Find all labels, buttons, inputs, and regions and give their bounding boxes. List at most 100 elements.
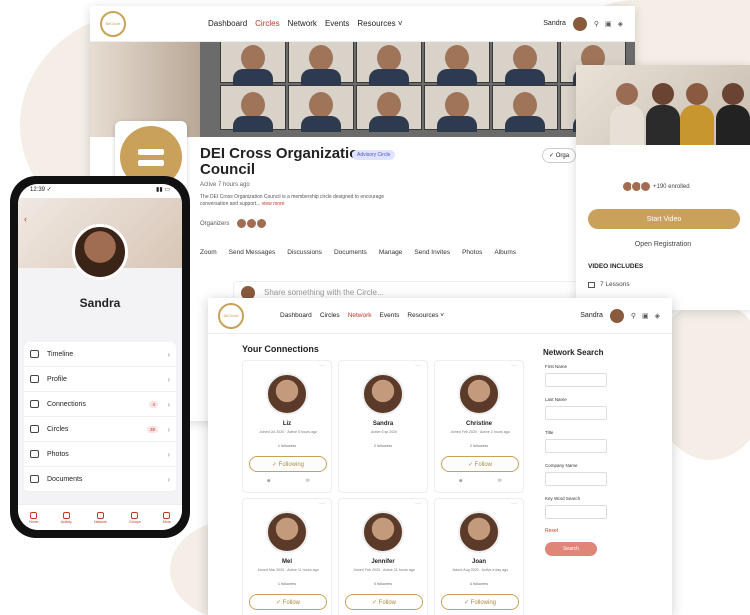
nav-links: Dashboard Circles Network Events Resourc…	[208, 19, 403, 28]
more-icon	[163, 511, 171, 519]
connections-heading: Your Connections	[242, 344, 319, 354]
chat-icon	[96, 511, 104, 519]
tab-photos[interactable]: Photos	[462, 249, 482, 256]
menu-item-connections[interactable]: Connections 4 ›	[24, 392, 176, 417]
bottom-tab-bar: Home Activity Network Groups More	[18, 504, 182, 530]
nav-network[interactable]: Network	[288, 19, 317, 28]
search-icon[interactable]: ⚲	[594, 20, 599, 28]
connection-name[interactable]: Christine	[435, 421, 523, 427]
nav-circles[interactable]: Circles	[255, 19, 279, 28]
more-icon[interactable]: ···	[319, 501, 325, 507]
more-icon[interactable]: ···	[319, 363, 325, 369]
cart-icon[interactable]: ▣	[642, 312, 649, 320]
tab-label: Home	[29, 519, 39, 524]
nav-events[interactable]: Events	[325, 19, 349, 28]
avatar[interactable]	[266, 511, 308, 553]
chevron-right-icon: ›	[167, 399, 170, 409]
follow-button[interactable]: ✓ Follow	[249, 594, 327, 610]
phone-mockup: 12:39 ✓ ▮▮ ▭ ‹ Sandra Timeline › Profile ›…	[10, 176, 190, 538]
message-icon[interactable]: ✉	[306, 478, 310, 484]
search-icon[interactable]: ⚲	[631, 312, 636, 320]
connection-name[interactable]: Jennifer	[339, 559, 427, 565]
avatar[interactable]	[608, 307, 625, 324]
last-name-field[interactable]	[545, 406, 607, 420]
more-icon[interactable]: ···	[415, 501, 421, 507]
connection-name[interactable]: Joan	[435, 559, 523, 565]
connection-name[interactable]: Sandra	[339, 421, 427, 427]
more-icon[interactable]: ···	[415, 363, 421, 369]
avatar[interactable]	[458, 511, 500, 553]
search-button[interactable]: Search	[545, 542, 597, 556]
back-arrow-icon[interactable]: ‹	[24, 214, 27, 224]
tab-label: Network	[94, 519, 107, 524]
nav-user-area: Sandra ⚲ ▣ ◈	[580, 307, 660, 324]
chevron-right-icon: ›	[167, 424, 170, 434]
more-icon[interactable]: ···	[511, 363, 517, 369]
avatar[interactable]	[458, 373, 500, 415]
avatar[interactable]	[571, 15, 588, 32]
tab-discussions[interactable]: Discussions	[287, 249, 322, 256]
tab-network[interactable]: Network	[94, 511, 107, 524]
menu-item-profile[interactable]: Profile ›	[24, 367, 176, 392]
brand-logo[interactable]: BeCircle	[100, 10, 126, 37]
user-name[interactable]: Sandra	[580, 312, 603, 319]
nav-network[interactable]: Network	[348, 312, 372, 319]
user-icon[interactable]: ☻	[266, 478, 271, 484]
open-registration-label: Open Registration	[634, 241, 692, 248]
nav-resources[interactable]: Resources ˅	[407, 312, 444, 319]
card-actions: ☻ ✉	[441, 478, 519, 484]
first-name-field[interactable]	[545, 373, 607, 387]
reset-link[interactable]: Reset	[545, 528, 558, 534]
tab-label: Activity	[60, 519, 72, 524]
following-button[interactable]: ✓ Following	[249, 456, 327, 472]
tab-more[interactable]: More	[163, 511, 171, 524]
tab-manage[interactable]: Manage	[379, 249, 403, 256]
bell-icon[interactable]: ◈	[655, 312, 660, 320]
user-icon[interactable]: ☻	[458, 478, 463, 484]
nav-resources[interactable]: Resources ˅	[357, 19, 402, 28]
menu-item-circles[interactable]: Circles 38 ›	[24, 417, 176, 442]
user-name[interactable]: Sandra	[543, 20, 566, 27]
connection-name[interactable]: Liz	[243, 421, 331, 427]
nav-user-area: Sandra ⚲ ▣ ◈	[543, 15, 623, 32]
chevron-right-icon: ›	[167, 349, 170, 359]
nav-circles[interactable]: Circles	[320, 312, 340, 319]
menu-item-documents[interactable]: Documents ›	[24, 467, 176, 492]
cart-icon[interactable]: ▣	[605, 20, 612, 28]
nav-dashboard[interactable]: Dashboard	[208, 19, 247, 28]
connection-name[interactable]: Mel	[243, 559, 331, 565]
menu-item-photos[interactable]: Photos ›	[24, 442, 176, 467]
start-video-button[interactable]: Start Video	[588, 209, 740, 229]
title-field[interactable]	[545, 439, 607, 453]
tab-zoom[interactable]: Zoom	[200, 249, 217, 256]
following-button[interactable]: ✓ Following	[441, 594, 519, 610]
avatar[interactable]	[266, 373, 308, 415]
tab-send-invites[interactable]: Send Invites	[414, 249, 450, 256]
nav-dashboard[interactable]: Dashboard	[280, 312, 312, 319]
tab-groups[interactable]: Groups	[129, 511, 141, 524]
circles-icon	[30, 425, 39, 433]
more-icon[interactable]: ···	[511, 501, 517, 507]
profile-menu: Timeline › Profile › Connections 4 › Circles…	[24, 342, 176, 492]
connection-card: ··· Mel Joined Mar 2020 · Active 11 hour…	[242, 498, 332, 615]
avatar[interactable]	[256, 218, 268, 229]
avatar[interactable]	[362, 511, 404, 553]
keyword-field[interactable]	[545, 505, 607, 519]
brand-logo[interactable]: BeCircle	[218, 302, 244, 329]
tab-documents[interactable]: Documents	[334, 249, 367, 256]
tab-home[interactable]: Home	[29, 511, 39, 524]
bell-icon[interactable]: ◈	[618, 20, 623, 28]
tab-send-messages[interactable]: Send Messages	[229, 249, 276, 256]
menu-item-timeline[interactable]: Timeline ›	[24, 342, 176, 367]
org-button[interactable]: ✓ Orga	[542, 148, 577, 163]
avatar[interactable]	[362, 373, 404, 415]
tab-albums[interactable]: Albums	[494, 249, 516, 256]
follow-button[interactable]: ✓ Follow	[441, 456, 519, 472]
tab-activity[interactable]: Activity	[60, 511, 72, 524]
follow-button[interactable]: ✓ Follow	[345, 594, 423, 610]
company-name-field[interactable]	[545, 472, 607, 486]
message-icon[interactable]: ✉	[498, 478, 502, 484]
view-more-link[interactable]: view more	[262, 201, 285, 207]
tab-label: Groups	[129, 519, 141, 524]
nav-events[interactable]: Events	[380, 312, 400, 319]
